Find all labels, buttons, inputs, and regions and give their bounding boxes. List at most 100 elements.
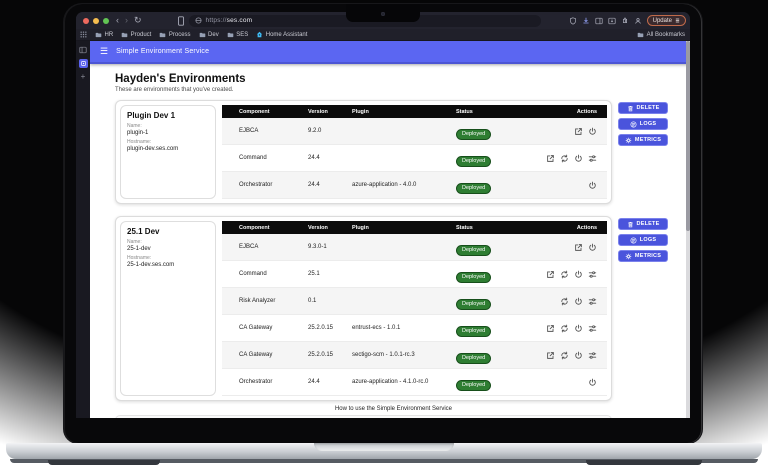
column-header: Component (239, 224, 270, 231)
folder-icon (159, 32, 166, 38)
sidebar-icon[interactable] (595, 17, 603, 25)
power[interactable] (574, 270, 583, 279)
open-in-new[interactable] (546, 324, 555, 333)
all-bookmarks-button[interactable]: All Bookmarks (637, 32, 685, 38)
column-header: Component (239, 108, 270, 115)
scrollbar[interactable] (686, 41, 690, 418)
table-row: EJBCA 9.3.0-1 Deployed (222, 234, 607, 261)
refresh[interactable] (560, 270, 569, 279)
metrics-button[interactable]: METRICS (618, 134, 668, 146)
reload-icon[interactable]: ↻ (134, 16, 142, 25)
tune[interactable] (588, 351, 597, 360)
open-in-new[interactable] (546, 351, 555, 360)
component-cell: Command (239, 155, 267, 161)
hamburger-menu-icon[interactable]: ☰ (100, 47, 108, 56)
status-cell: Deployed (456, 149, 526, 167)
tune[interactable] (588, 297, 597, 306)
logs-button[interactable]: LOGS (618, 234, 668, 246)
tune[interactable] (588, 324, 597, 333)
device-icon[interactable] (177, 15, 185, 26)
actions-cell (526, 243, 607, 252)
environment-section: 25.1 Dev Name: 25-1-dev Hostname: 25-1-dev.s… (115, 216, 672, 401)
component-cell: Command (239, 271, 267, 277)
back-icon[interactable]: ‹ (116, 16, 119, 25)
power[interactable] (588, 127, 597, 136)
status-cell: Deployed (456, 319, 526, 337)
app-content: Hayden's Environments These are environm… (90, 64, 690, 418)
component-cell: CA Gateway (239, 325, 273, 331)
logs-icon (630, 237, 637, 244)
folder-icon (95, 32, 102, 38)
update-button[interactable]: Update (646, 15, 686, 26)
close-window-button[interactable] (83, 17, 89, 24)
delete-button[interactable]: DELETE (618, 218, 668, 230)
minimize-window-button[interactable] (93, 17, 99, 24)
help-link[interactable]: How to use the Simple Environment Servic… (115, 406, 672, 412)
zoom-window-button[interactable] (103, 17, 109, 24)
button-label: DELETE (636, 221, 660, 227)
bookmark-item[interactable]: Process (159, 32, 191, 38)
open-in-new[interactable] (574, 127, 583, 136)
shield-icon[interactable] (569, 16, 577, 25)
status-badge: Deployed (456, 352, 492, 364)
table-row: Orchestrator 24.4 azure-application - 4.0.… (222, 172, 607, 199)
new-tab-button[interactable]: + (81, 73, 86, 81)
refresh[interactable] (560, 351, 569, 360)
status-cell: Deployed (456, 176, 526, 194)
tune[interactable] (588, 154, 597, 163)
table-row: EJBCA 9.2.0 Deployed (222, 118, 607, 145)
name-label: Name: (127, 123, 142, 129)
power[interactable] (574, 154, 583, 163)
open-in-new[interactable] (574, 243, 583, 252)
tune[interactable] (588, 270, 597, 279)
logs-button[interactable]: LOGS (618, 118, 668, 130)
power[interactable] (574, 324, 583, 333)
refresh[interactable] (560, 297, 569, 306)
url-text[interactable]: https://ses.com (206, 17, 253, 24)
version-cell: 25.2.0.15 (308, 352, 334, 358)
status-badge: Deployed (456, 325, 492, 337)
power[interactable] (588, 243, 597, 252)
metrics-button[interactable]: METRICS (618, 250, 668, 262)
column-header: Version (308, 224, 328, 231)
refresh[interactable] (560, 324, 569, 333)
button-label: LOGS (639, 121, 657, 127)
version-cell: 24.4 (308, 379, 320, 385)
download-icon[interactable] (582, 17, 590, 25)
scrollbar-thumb[interactable] (686, 41, 690, 231)
profile-icon[interactable] (634, 17, 642, 25)
environment-actions: DELETE LOGS METRICS (618, 102, 668, 146)
site-info-icon[interactable] (195, 17, 202, 24)
bookmark-item[interactable]: HR (95, 32, 113, 38)
bookmark-item[interactable]: Dev (199, 32, 219, 38)
bookmarks-folders: HR Product Process Dev SES (95, 32, 248, 38)
status-cell: Deployed (456, 238, 526, 256)
refresh[interactable] (560, 154, 569, 163)
power[interactable] (588, 378, 597, 387)
power[interactable] (574, 351, 583, 360)
bookmark-item[interactable]: Product (121, 32, 151, 38)
forward-icon[interactable]: › (125, 16, 128, 25)
actions-cell (526, 154, 607, 163)
open-in-new[interactable] (546, 270, 555, 279)
status-cell: Deployed (456, 346, 526, 364)
apps-grid-icon[interactable] (80, 31, 87, 38)
open-in-new[interactable] (546, 154, 555, 163)
plugin-cell: sectigo-scm - 1.0.1-rc.3 (352, 352, 415, 358)
delete-button[interactable]: DELETE (618, 102, 668, 114)
extensions-icon[interactable] (621, 17, 629, 25)
bookmark-home-assistant[interactable]: Home Assistant (256, 31, 307, 38)
page-title: Hayden's Environments (115, 73, 246, 85)
save-icon[interactable] (608, 17, 616, 25)
environment-name: 25-1-dev (127, 246, 151, 252)
button-label: METRICS (634, 253, 662, 259)
panel-toggle-icon[interactable] (79, 46, 87, 54)
power[interactable] (588, 181, 597, 190)
column-header: Version (308, 108, 328, 115)
version-cell: 9.3.0-1 (308, 244, 327, 250)
power[interactable] (574, 297, 583, 306)
status-badge: Deployed (456, 182, 492, 194)
page-subtitle: These are environments that you've creat… (115, 87, 234, 93)
bookmark-item[interactable]: SES (227, 32, 248, 38)
active-tab-button[interactable] (78, 59, 88, 68)
